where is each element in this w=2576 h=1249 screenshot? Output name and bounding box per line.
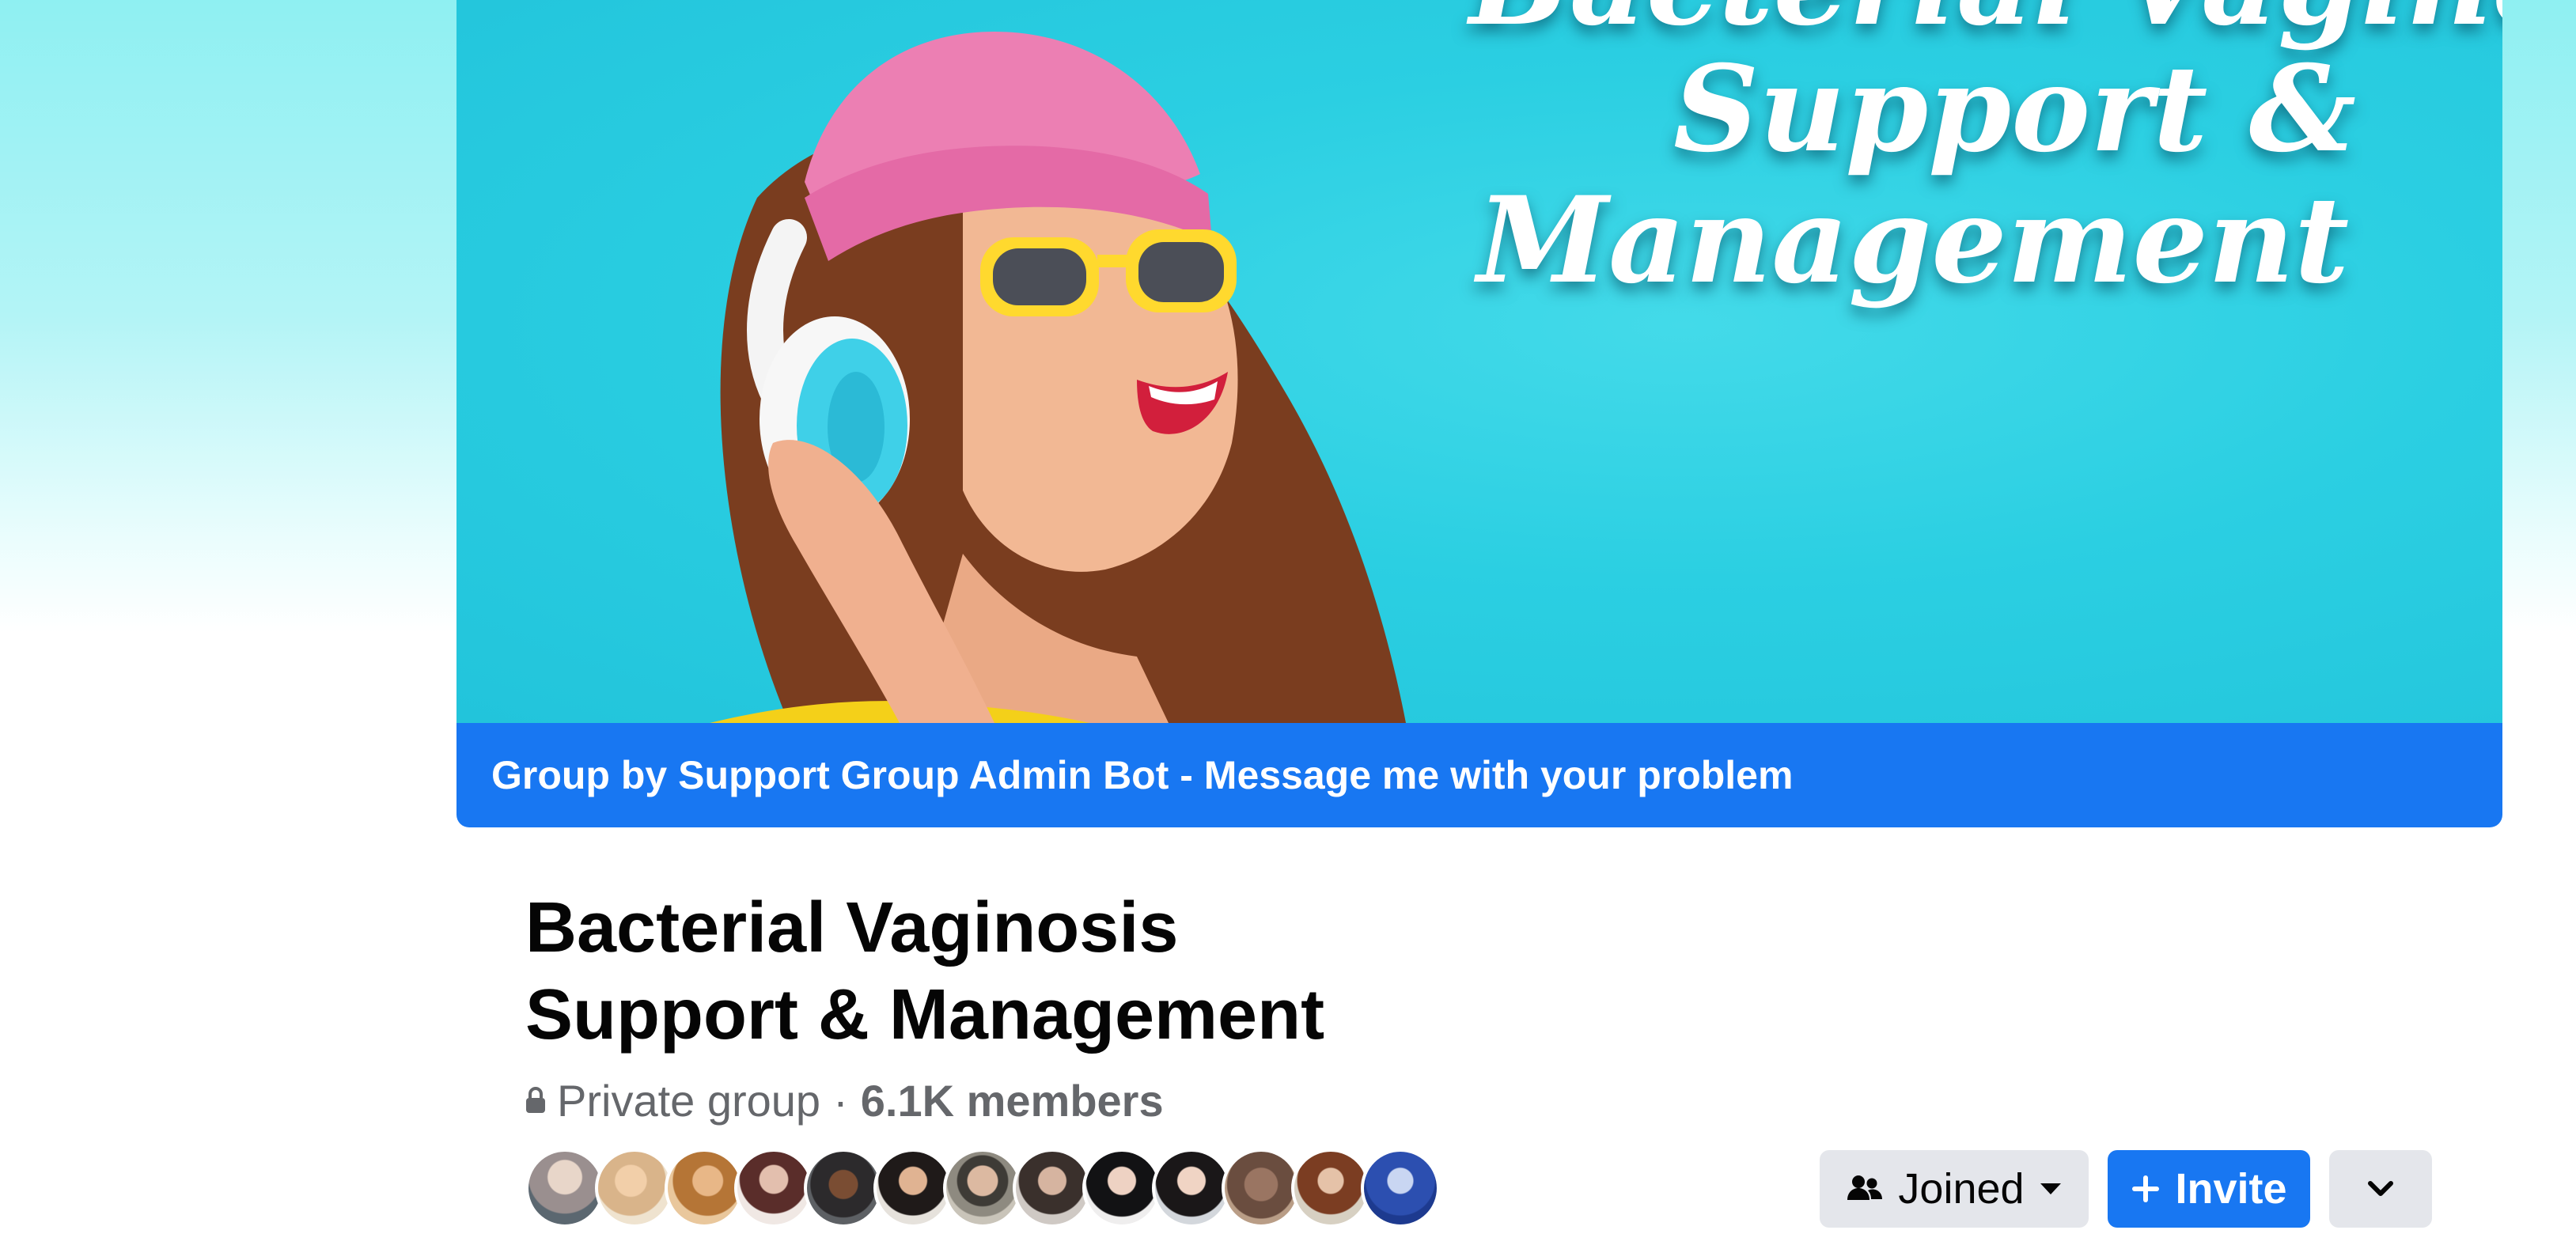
avatar[interactable] (525, 1149, 604, 1228)
group-attribution-text: Group by Support Group Admin Bot - Messa… (491, 753, 1794, 797)
more-options-button[interactable] (2329, 1150, 2432, 1228)
avatar[interactable] (943, 1149, 1022, 1228)
plus-icon (2132, 1175, 2160, 1202)
cover-headline-line-2: Support & (1673, 40, 2357, 179)
group-attribution-banner[interactable]: Group by Support Group Admin Bot - Messa… (456, 723, 2502, 827)
avatar[interactable] (665, 1149, 744, 1228)
group-title-line-1: Bacterial Vaginosis (525, 888, 1179, 967)
avatar[interactable] (1152, 1149, 1231, 1228)
cover-headline-line-3: Management (1477, 171, 2350, 310)
group-meta: Private group · 6.1K members (525, 1073, 1164, 1128)
group-title-line-2: Support & Management (525, 975, 1325, 1054)
cover-photo-container[interactable]: Bacterial Vaginosis Support & Management… (456, 0, 2502, 827)
joined-label: Joined (1898, 1165, 2025, 1213)
avatar[interactable] (804, 1149, 883, 1228)
lock-icon (526, 1087, 545, 1113)
people-icon (1847, 1175, 1883, 1200)
privacy-label[interactable]: Private group (557, 1075, 820, 1126)
avatar[interactable] (1082, 1149, 1161, 1228)
invite-label: Invite (2175, 1165, 2287, 1213)
avatar[interactable] (1291, 1149, 1370, 1228)
avatar[interactable] (873, 1149, 953, 1228)
cover-photo: Bacterial Vaginosis Support & Management (456, 0, 2502, 723)
caret-down-icon (2040, 1183, 2061, 1194)
avatar[interactable] (1013, 1149, 1092, 1228)
joined-button[interactable]: Joined (1820, 1150, 2089, 1228)
group-title[interactable]: Bacterial Vaginosis Support & Management (525, 884, 1324, 1058)
group-actions: Joined Invite (1820, 1150, 2432, 1228)
meta-separator: · (833, 1075, 848, 1126)
avatar[interactable] (1361, 1149, 1440, 1228)
chevron-down-icon (2368, 1181, 2393, 1196)
avatar[interactable] (595, 1149, 674, 1228)
avatar[interactable] (1222, 1149, 1301, 1228)
members-count[interactable]: 6.1K members (861, 1075, 1164, 1126)
invite-button[interactable]: Invite (2108, 1150, 2310, 1228)
avatar[interactable] (734, 1149, 813, 1228)
member-avatars[interactable] (525, 1149, 1440, 1228)
